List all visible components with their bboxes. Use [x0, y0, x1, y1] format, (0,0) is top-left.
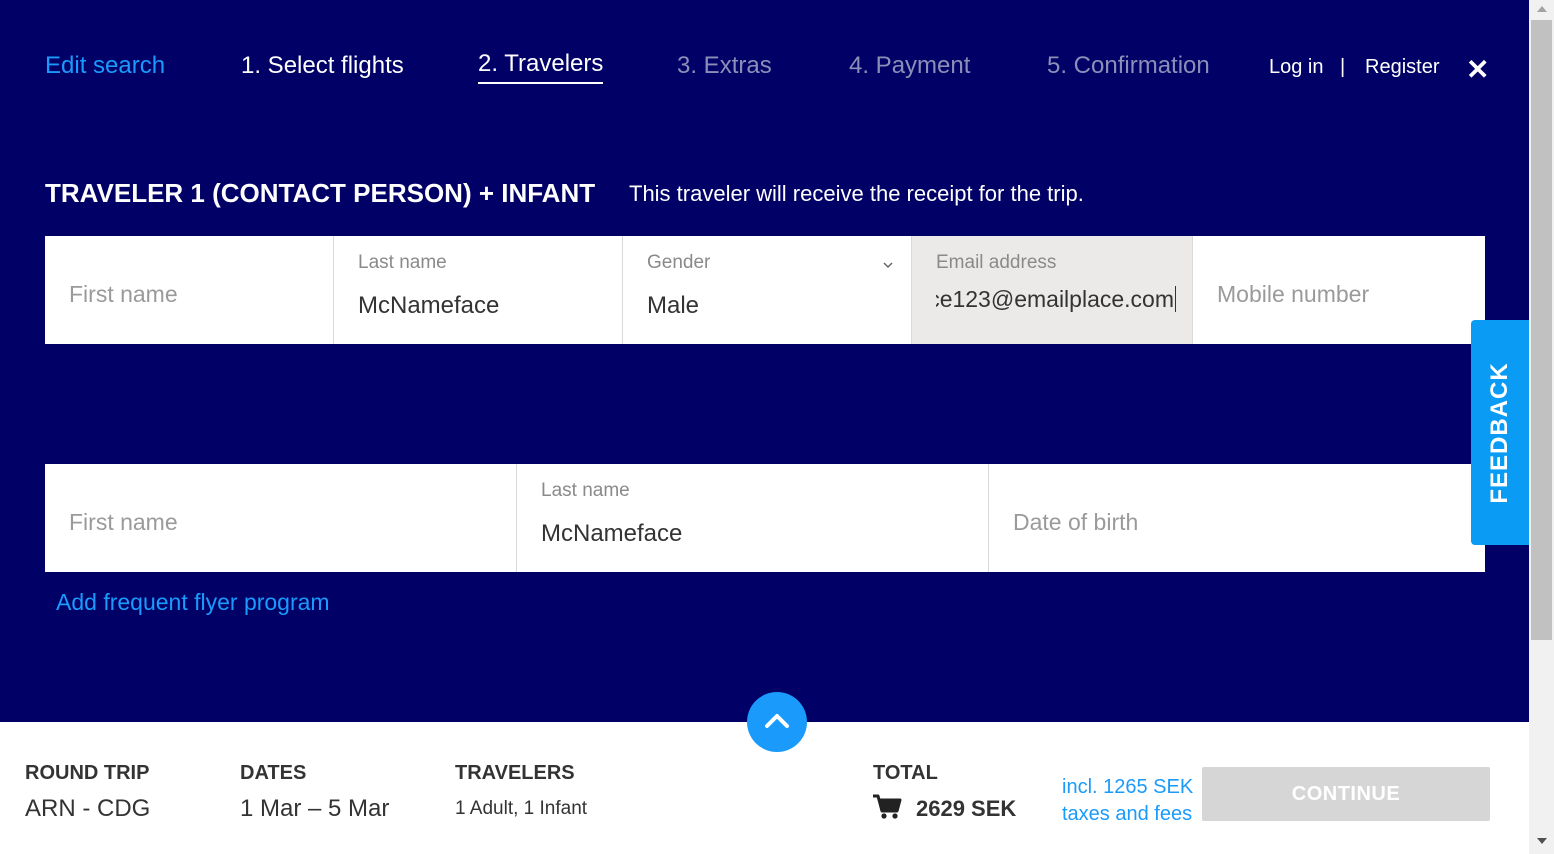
- register-link[interactable]: Register: [1365, 56, 1439, 79]
- feedback-label: FEEDBACK: [1486, 361, 1513, 504]
- gender-select[interactable]: Gender Male: [623, 236, 912, 344]
- travelers-label: TRAVELERS: [455, 762, 575, 784]
- traveler-subheading: This traveler will receive the receipt f…: [629, 181, 1084, 206]
- adult-last-name-field[interactable]: Last name McNameface: [334, 236, 623, 344]
- taxes-line-2: taxes and fees: [1062, 803, 1193, 825]
- login-register-separator: |: [1340, 56, 1346, 78]
- last-name-value: McNameface: [541, 520, 683, 547]
- infant-last-name-field[interactable]: Last name McNameface: [517, 464, 989, 572]
- travelers-value: 1 Adult, 1 Infant: [455, 798, 588, 819]
- continue-button[interactable]: CONTINUE: [1202, 767, 1490, 821]
- login-link[interactable]: Log in: [1269, 56, 1324, 79]
- email-input[interactable]: ce123@emailplace.com: [936, 286, 1176, 313]
- mobile-number-placeholder: Mobile number: [1217, 281, 1370, 307]
- infant-traveler-form: First name Last name McNameface Date of …: [45, 464, 1485, 572]
- infant-first-name-field[interactable]: First name: [45, 464, 517, 572]
- close-icon[interactable]: ✕: [1466, 54, 1489, 86]
- traveler-heading: TRAVELER 1 (CONTACT PERSON) + INFANT: [45, 178, 596, 208]
- taxes-info-link[interactable]: incl. 1265 SEK taxes and fees: [1062, 774, 1193, 828]
- last-name-label: Last name: [541, 480, 630, 501]
- booking-steps-nav: Edit search 1. Select flights 2. Travele…: [0, 50, 1529, 90]
- adult-traveler-form: First name Last name McNameface Gender M…: [45, 236, 1485, 344]
- chevron-down-icon: [883, 262, 893, 269]
- booking-page: Edit search 1. Select flights 2. Travele…: [0, 0, 1529, 854]
- trip-type-label: ROUND TRIP: [25, 762, 150, 784]
- mobile-number-field[interactable]: Mobile number: [1193, 236, 1485, 344]
- last-name-label: Last name: [358, 252, 447, 273]
- scroll-down-arrow-icon[interactable]: [1537, 838, 1547, 844]
- chevron-up-icon: [765, 714, 789, 728]
- scrollbar-thumb[interactable]: [1531, 20, 1552, 640]
- email-value: ce123@emailplace.com: [936, 286, 1176, 312]
- add-frequent-flyer-link[interactable]: Add frequent flyer program: [56, 589, 330, 616]
- scroll-up-arrow-icon[interactable]: [1537, 6, 1547, 12]
- step-extras: 3. Extras: [677, 52, 772, 79]
- gender-label: Gender: [647, 252, 711, 273]
- dates-value: 1 Mar – 5 Mar: [240, 795, 390, 822]
- email-field[interactable]: Email address ce123@emailplace.com: [912, 236, 1193, 344]
- edit-search-link[interactable]: Edit search: [45, 52, 165, 80]
- dates-label: DATES: [240, 762, 307, 784]
- scrollbar[interactable]: [1529, 0, 1554, 854]
- taxes-line-1: incl. 1265 SEK: [1062, 776, 1194, 798]
- cart-icon: [873, 794, 902, 819]
- date-of-birth-placeholder: Date of birth: [1013, 509, 1139, 535]
- gender-value: Male: [647, 292, 700, 319]
- last-name-value: McNameface: [358, 292, 500, 319]
- step-travelers[interactable]: 2. Travelers: [478, 50, 604, 84]
- total-price: 2629 SEK: [916, 796, 1017, 821]
- step-payment: 4. Payment: [849, 52, 971, 79]
- date-of-birth-field[interactable]: Date of birth: [989, 464, 1485, 572]
- adult-first-name-field[interactable]: First name: [45, 236, 334, 344]
- first-name-placeholder: First name: [69, 509, 178, 535]
- step-select-flights[interactable]: 1. Select flights: [241, 52, 404, 80]
- total-label: TOTAL: [873, 762, 938, 784]
- feedback-tab[interactable]: FEEDBACK: [1471, 320, 1529, 545]
- route-value: ARN - CDG: [25, 795, 151, 822]
- email-label: Email address: [936, 252, 1057, 273]
- first-name-placeholder: First name: [69, 281, 178, 307]
- expand-summary-button[interactable]: [747, 692, 807, 752]
- step-confirmation: 5. Confirmation: [1047, 52, 1210, 79]
